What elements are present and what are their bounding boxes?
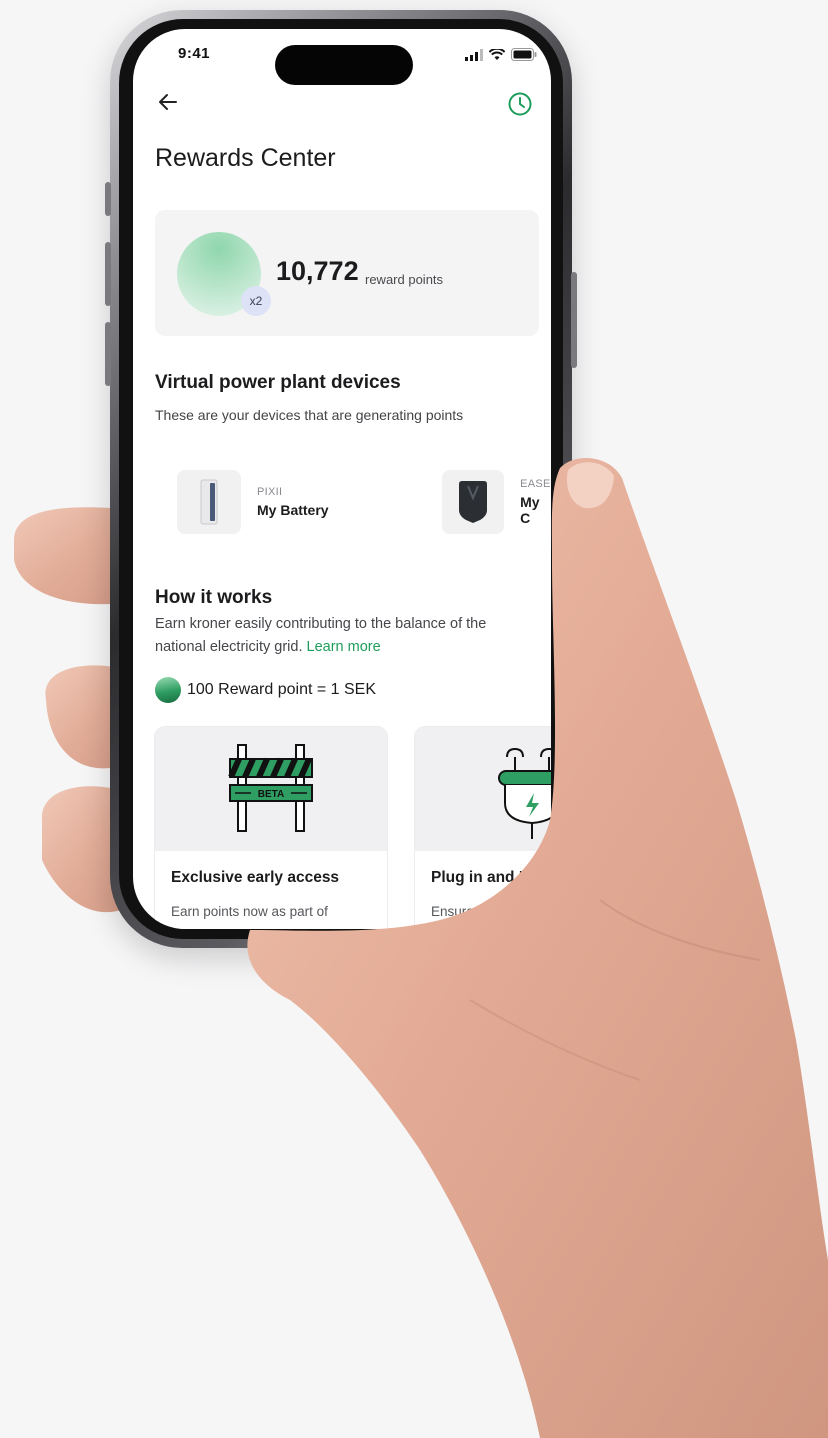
battery-device-icon <box>200 479 218 525</box>
points-rate: 100 Reward point = 1 SEK <box>155 677 376 703</box>
battery-icon <box>511 48 537 61</box>
status-time: 9:41 <box>178 45 211 62</box>
card-text: Earn points now as part of <box>171 904 328 919</box>
device-name: My C <box>520 494 540 526</box>
device-item-charger[interactable]: EASE My C <box>442 470 551 534</box>
how-it-works-line1: Earn kroner easily contributing to the b… <box>155 616 487 632</box>
wifi-icon <box>489 48 505 60</box>
device-brand: EASE <box>520 478 551 490</box>
card-illustration: BETA <box>155 727 387 851</box>
silent-switch <box>105 182 111 216</box>
device-thumb <box>442 470 505 534</box>
reward-coin-icon <box>155 677 181 703</box>
app-screen: 9:41 Rewards Center x2 10,772 reward poi… <box>133 29 551 929</box>
multiplier-badge: x2 <box>241 286 271 316</box>
device-thumb <box>177 470 241 534</box>
history-clock-icon[interactable] <box>507 91 533 117</box>
card-illustration <box>415 727 551 851</box>
beta-barrier-icon: BETA <box>228 744 313 832</box>
how-it-works-title: How it works <box>155 587 273 608</box>
devices-section-title: Virtual power plant devices <box>155 372 401 393</box>
back-arrow-icon[interactable] <box>157 91 179 113</box>
volume-up-button <box>105 242 111 306</box>
points-unit: reward points <box>365 272 444 287</box>
how-it-works-line2: national electricity grid. <box>155 639 303 655</box>
device-item-battery[interactable]: PIXII My Battery <box>177 470 329 534</box>
volume-down-button <box>105 322 111 386</box>
points-card[interactable]: x2 10,772 reward points <box>155 210 539 336</box>
learn-more-link[interactable]: Learn more <box>307 639 381 655</box>
charger-device-icon <box>459 481 488 523</box>
device-brand: PIXII <box>257 486 283 498</box>
signal-icon <box>465 48 483 61</box>
page-title: Rewards Center <box>155 144 336 172</box>
card-plug-in[interactable]: Plug in and P Ensure your <box>415 727 551 929</box>
power-button <box>571 272 577 368</box>
dynamic-island <box>275 45 413 85</box>
plug-icon <box>498 747 551 839</box>
card-title: Plug in and P <box>431 869 530 886</box>
beta-badge-text: BETA <box>258 789 284 800</box>
device-name: My Battery <box>257 502 329 518</box>
devices-section-subtitle: These are your devices that are generati… <box>155 407 464 423</box>
points-rate-text: 100 Reward point = 1 SEK <box>187 681 377 698</box>
how-it-works-text: Earn kroner easily contributing to the b… <box>155 613 543 659</box>
points-value: 10,772 <box>276 256 359 286</box>
card-text: Ensure your <box>431 904 504 919</box>
card-exclusive-early-access[interactable]: BETA Exclusive early access Earn points … <box>155 727 387 929</box>
status-icons <box>465 48 537 61</box>
card-title: Exclusive early access <box>171 869 340 886</box>
